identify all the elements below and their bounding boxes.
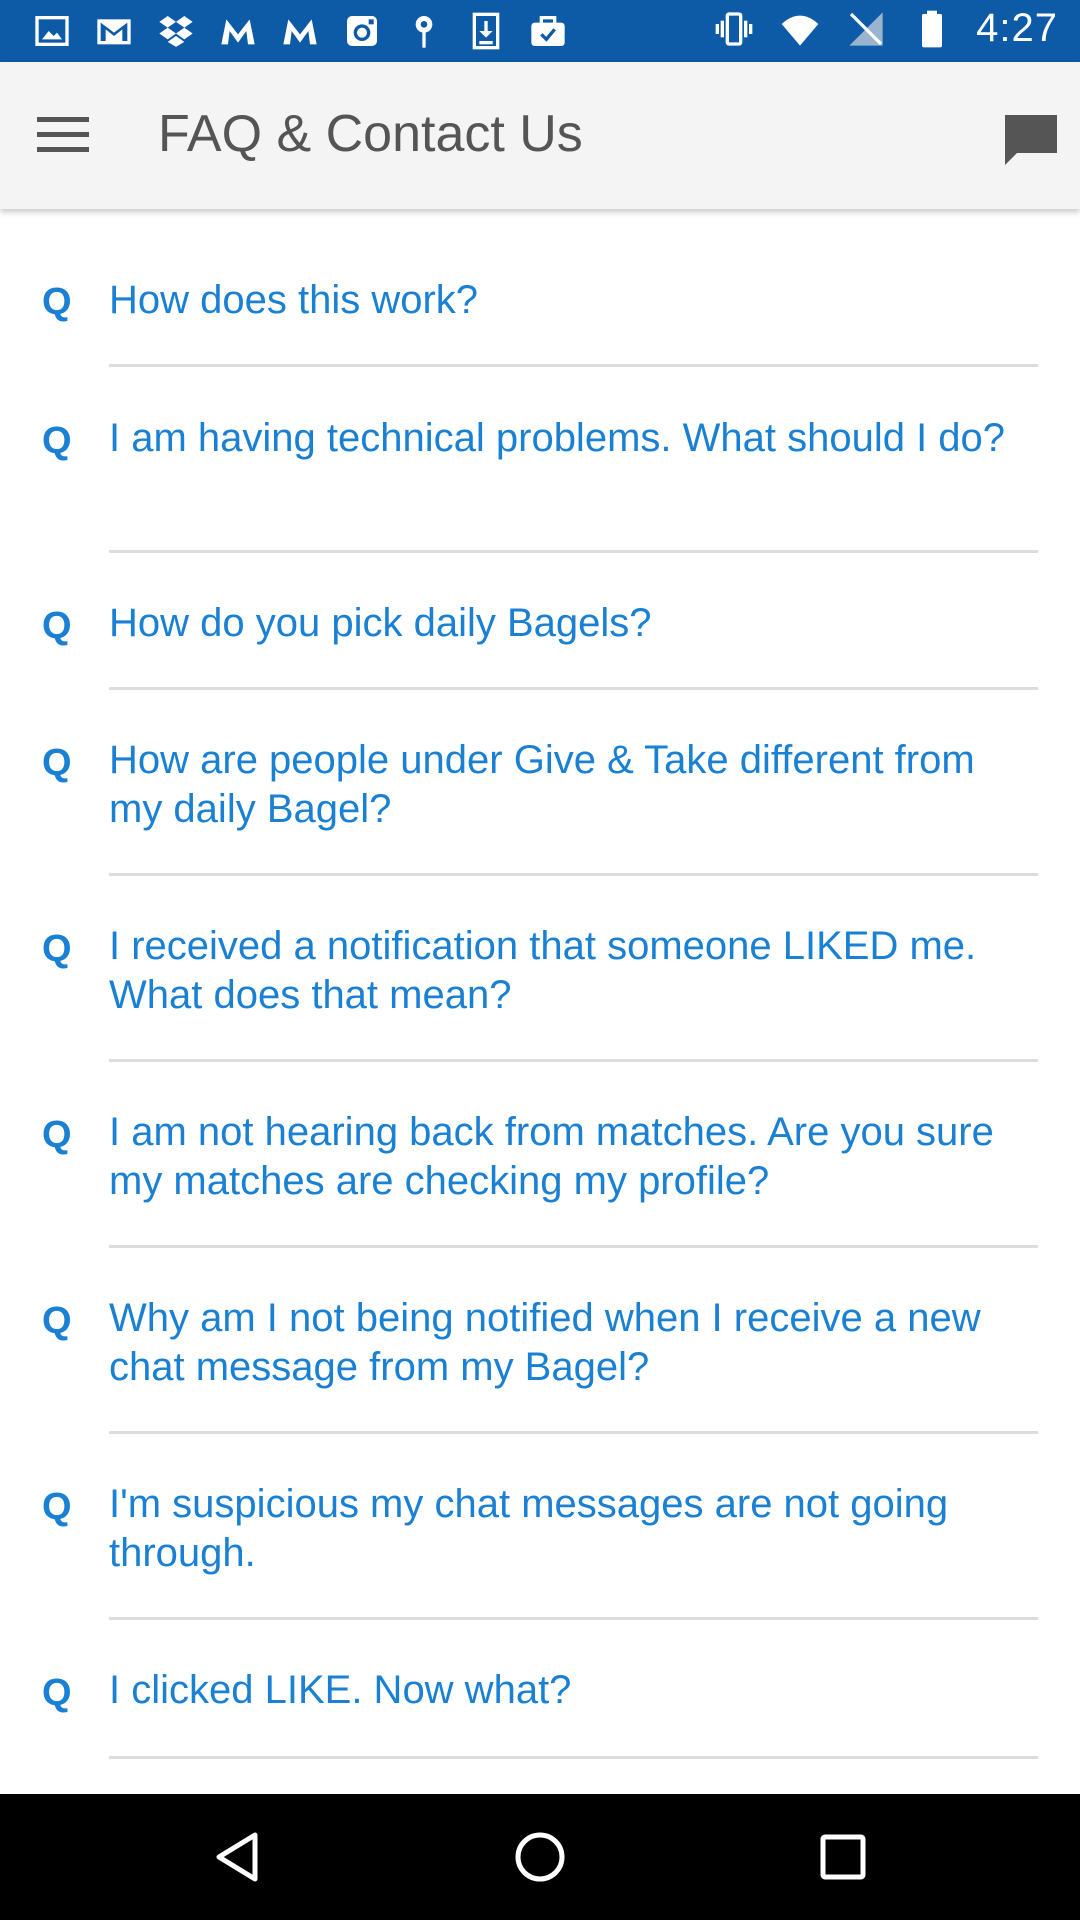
briefcase-icon	[526, 9, 570, 53]
divider	[109, 1756, 1038, 1759]
faq-question: How are people under Give & Take differe…	[109, 738, 975, 831]
question-marker: Q	[42, 605, 72, 647]
faq-item[interactable]: Q I received a notification that someone…	[0, 875, 1080, 1062]
back-icon	[216, 1832, 258, 1882]
app-bar: FAQ & Contact Us	[0, 62, 1080, 209]
status-bar: 4:27	[0, 0, 1080, 62]
faq-item[interactable]: Q I am not hearing back from matches. Ar…	[0, 1061, 1080, 1248]
no-signal-icon	[844, 7, 888, 51]
recents-button[interactable]	[810, 1824, 876, 1890]
wifi-icon	[778, 7, 822, 51]
navigation-bar	[0, 1794, 1080, 1920]
menu-button[interactable]	[30, 102, 96, 168]
question-marker: Q	[42, 742, 72, 784]
status-time: 4:27	[976, 6, 1058, 50]
motorola-icon	[278, 9, 322, 53]
faq-question: How do you pick daily Bagels?	[109, 601, 652, 645]
question-marker: Q	[42, 928, 72, 970]
question-marker: Q	[42, 1672, 72, 1714]
download-icon	[464, 9, 508, 53]
hamburger-menu-icon	[37, 117, 89, 152]
faq-item[interactable]: Q How are people under Give & Take diffe…	[0, 689, 1080, 876]
faq-question: I am having technical problems. What sho…	[109, 416, 1006, 460]
battery-icon	[910, 7, 954, 51]
back-button[interactable]	[204, 1824, 270, 1890]
faq-item[interactable]: Q I'm suspicious my chat messages are no…	[0, 1433, 1080, 1620]
faq-item[interactable]: Q How does this work?	[0, 209, 1080, 367]
faq-item[interactable]: Q I am having technical problems. What s…	[0, 367, 1080, 553]
faq-question: I am not hearing back from matches. Are …	[109, 1110, 994, 1203]
notification-icons	[30, 9, 570, 53]
home-button[interactable]	[507, 1824, 573, 1890]
question-marker: Q	[42, 1114, 72, 1156]
system-icons: 4:27	[712, 6, 1058, 51]
chat-icon	[1005, 115, 1057, 165]
question-marker: Q	[42, 420, 72, 462]
faq-question: How does this work?	[109, 278, 479, 322]
faq-question: I clicked LIKE. Now what?	[109, 1668, 572, 1712]
faq-item[interactable]: Q How do you pick daily Bagels?	[0, 552, 1080, 690]
faq-question: Why am I not being notified when I recei…	[109, 1296, 981, 1389]
instagram-icon	[340, 9, 384, 53]
question-marker: Q	[42, 1300, 72, 1342]
page-title: FAQ & Contact Us	[158, 105, 583, 163]
question-marker: Q	[42, 1486, 72, 1528]
chat-button[interactable]	[998, 106, 1064, 172]
gallery-icon	[30, 9, 74, 53]
location-pin-icon	[402, 9, 446, 53]
faq-item[interactable]: Q I clicked LIKE. Now what?	[0, 1619, 1080, 1769]
dropbox-icon	[154, 9, 198, 53]
home-icon	[515, 1832, 565, 1882]
motorola-icon	[216, 9, 260, 53]
faq-item[interactable]: Q Why am I not being notified when I rec…	[0, 1247, 1080, 1434]
faq-question: I received a notification that someone L…	[109, 924, 977, 1017]
question-marker: Q	[42, 281, 72, 323]
vibrate-icon	[712, 7, 756, 51]
gmail-icon	[92, 9, 136, 53]
recents-icon	[820, 1834, 866, 1880]
faq-question: I'm suspicious my chat messages are not …	[109, 1482, 949, 1575]
